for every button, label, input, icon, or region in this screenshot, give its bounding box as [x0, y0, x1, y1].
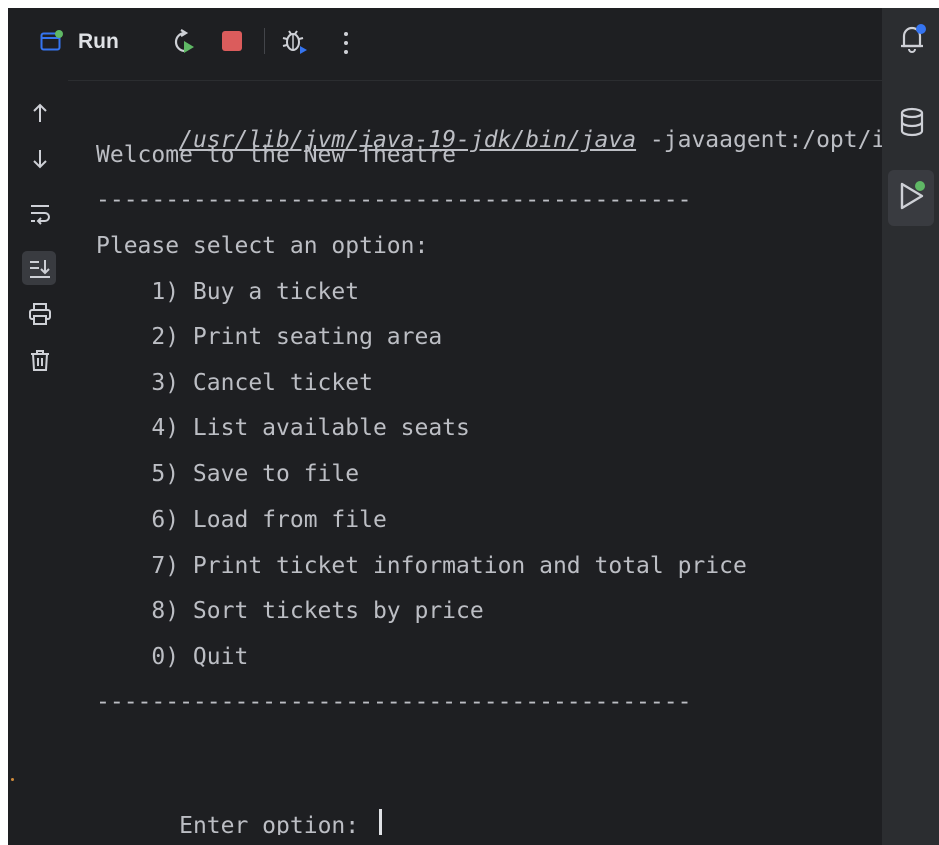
- menu-option-4: 4) List available seats: [96, 415, 470, 441]
- run-console-icon[interactable]: [40, 30, 64, 52]
- arrow-down-icon[interactable]: [28, 147, 52, 171]
- right-tool-strip: [882, 8, 939, 845]
- welcome-line: Welcome to the New Theatre: [96, 142, 457, 168]
- console-output[interactable]: /usr/lib/jvm/java-19-jdk/bin/java -javaa…: [96, 95, 882, 835]
- run-tool-window: Run /usr/lib/jvm/java-19-jdk/bin/java -j…: [8, 8, 939, 845]
- toolbar-separator: [68, 80, 882, 81]
- toolbar-divider: [264, 28, 265, 54]
- menu-option-6: 6) Load from file: [96, 507, 387, 533]
- console-gutter: [8, 81, 68, 845]
- run-tool-window-icon[interactable]: [896, 180, 928, 212]
- arrow-up-icon[interactable]: [28, 101, 52, 125]
- scroll-to-end-icon[interactable]: [28, 256, 52, 280]
- text-cursor: [378, 809, 382, 835]
- run-toolbar: Run: [8, 8, 882, 80]
- menu-option-5: 5) Save to file: [96, 461, 360, 487]
- input-prompt: Enter option:: [179, 813, 373, 835]
- stop-icon[interactable]: [222, 31, 242, 51]
- run-tab-label[interactable]: Run: [78, 30, 119, 54]
- trash-icon[interactable]: [28, 348, 52, 372]
- menu-option-7: 7) Print ticket information and total pr…: [96, 553, 747, 579]
- soft-wrap-icon[interactable]: [28, 201, 52, 225]
- separator-line-end: ----------------------------------------…: [96, 689, 692, 715]
- menu-option-0: 0) Quit: [96, 644, 249, 670]
- menu-option-8: 8) Sort tickets by price: [96, 598, 484, 624]
- database-icon[interactable]: [896, 106, 928, 138]
- command-line: /usr/lib/jvm/java-19-jdk/bin/java -javaa…: [96, 95, 882, 153]
- more-icon[interactable]: [342, 30, 350, 56]
- input-prompt-line[interactable]: Enter option:: [96, 779, 382, 835]
- command-args: -javaagent:/opt/i: [636, 127, 882, 153]
- menu-option-3: 3) Cancel ticket: [96, 370, 373, 396]
- print-icon[interactable]: [28, 302, 52, 326]
- prompt-header: Please select an option:: [96, 233, 429, 259]
- rerun-icon[interactable]: [168, 28, 198, 56]
- gutter-marker: [11, 778, 14, 781]
- notifications-icon[interactable]: [896, 22, 928, 54]
- menu-option-1: 1) Buy a ticket: [96, 279, 360, 305]
- separator-line: ----------------------------------------…: [96, 187, 692, 213]
- menu-option-2: 2) Print seating area: [96, 324, 443, 350]
- debug-icon[interactable]: [280, 26, 310, 56]
